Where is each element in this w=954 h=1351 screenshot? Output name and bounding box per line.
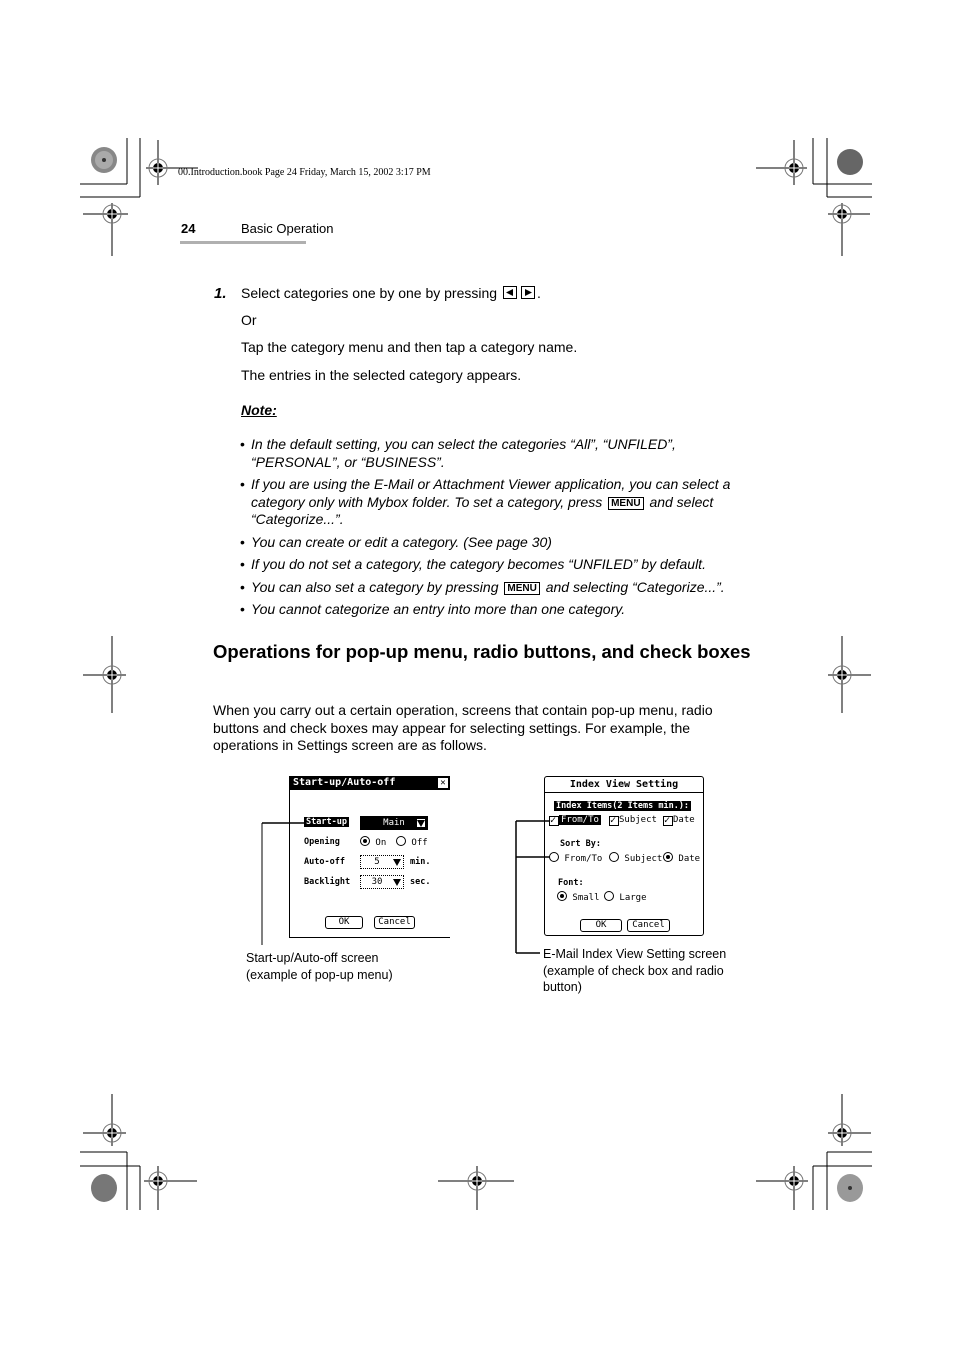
step-or: Or xyxy=(241,312,257,328)
registration-mark-bottom-right xyxy=(756,1094,872,1210)
menu-key-icon: MENU xyxy=(504,581,540,595)
note-text: You can also set a category by pressing xyxy=(251,578,499,595)
backlight-label: Backlight xyxy=(304,877,351,887)
radio-label: Small xyxy=(572,893,600,903)
startup-autooff-screen: Start-up/Auto-off ✕ Start-up Main Openin… xyxy=(289,776,450,938)
note-item: You cannot categorize an entry into more… xyxy=(240,601,750,619)
backlight-unit: sec. xyxy=(410,877,431,887)
autooff-unit: min. xyxy=(410,857,431,867)
note-item: If you do not set a category, the catego… xyxy=(240,556,750,574)
cancel-button[interactable]: Cancel xyxy=(374,916,415,929)
autooff-value: 5 xyxy=(374,857,380,867)
opening-on-radio[interactable]: On xyxy=(360,836,386,848)
screen2-caption-line2: (example of check box and radio xyxy=(543,964,724,978)
screen-title-bar: Start-up/Auto-off ✕ xyxy=(290,776,450,790)
opening-off-radio[interactable]: Off xyxy=(396,836,428,848)
startup-value: Main xyxy=(383,818,405,828)
dropdown-arrow-icon xyxy=(393,879,401,886)
checkbox-subject[interactable]: ✓ Subject xyxy=(609,815,657,826)
dropdown-arrow-icon xyxy=(417,819,425,827)
backlight-value: 30 xyxy=(371,877,383,887)
note-item: If you are using the E-Mail or Attachmen… xyxy=(240,476,750,529)
cancel-button[interactable]: Cancel xyxy=(627,919,670,932)
font-large-radio[interactable]: Large xyxy=(604,891,647,903)
font-small-radio[interactable]: Small xyxy=(557,891,600,903)
note-text: and selecting “Categorize...”. xyxy=(545,578,725,595)
startup-label: Start-up xyxy=(304,817,349,827)
sort-date-radio[interactable]: Date xyxy=(663,852,700,864)
screen-title: Index View Setting xyxy=(545,777,703,793)
autooff-label: Auto-off xyxy=(304,857,345,867)
step-number: 1. xyxy=(214,285,227,302)
registration-mark-middle-left xyxy=(83,636,126,713)
radio-unselected-icon xyxy=(549,852,559,862)
checkbox-label: From/To xyxy=(559,815,601,825)
startup-popup-trigger[interactable]: Main xyxy=(360,816,428,830)
registration-mark-bottom-center xyxy=(438,1166,514,1210)
radio-label: Off xyxy=(411,838,428,848)
radio-label: Date xyxy=(678,854,701,864)
index-items-label: Index Items(2 Items min.): xyxy=(554,801,692,811)
screen1-caption-line2: (example of pop-up menu) xyxy=(246,968,393,982)
checkbox-label: Date xyxy=(673,815,695,825)
backlight-popup-trigger[interactable]: 30 xyxy=(360,875,404,889)
note-list: In the default setting, you can select t… xyxy=(240,436,750,624)
radio-label: Large xyxy=(619,893,647,903)
step-result: The entries in the selected category app… xyxy=(241,367,522,383)
radio-label: Subject xyxy=(624,854,663,864)
note-item: You can create or edit a category. (See … xyxy=(240,534,750,552)
section-heading: Operations for pop-up menu, radio button… xyxy=(213,641,751,662)
checkbox-checked-icon: ✓ xyxy=(549,816,559,826)
step-text: Select categories one by one by pressing xyxy=(241,285,498,301)
page-number: 24 xyxy=(181,221,196,236)
registration-mark-middle-right xyxy=(828,636,871,713)
radio-selected-icon xyxy=(663,852,673,862)
radio-unselected-icon xyxy=(396,836,406,846)
right-arrow-key-icon xyxy=(520,286,535,299)
ok-button[interactable]: OK xyxy=(325,916,363,929)
radio-label: On xyxy=(375,838,387,848)
index-view-setting-screen: Index View Setting Index Items(2 Items m… xyxy=(544,776,704,936)
radio-label: From/To xyxy=(564,854,603,864)
left-arrow-key-icon xyxy=(502,286,517,299)
close-box-icon[interactable]: ✕ xyxy=(438,778,448,788)
step-alternative: Tap the category menu and then tap a cat… xyxy=(241,339,578,355)
dropdown-arrow-icon xyxy=(393,859,401,866)
screen2-caption-line3: button) xyxy=(543,980,582,994)
note-item: You can also set a category by pressing … xyxy=(240,579,750,597)
step-instruction: Select categories one by one by pressing… xyxy=(241,285,541,301)
registration-mark-bottom-left xyxy=(80,1094,197,1210)
opening-label: Opening xyxy=(304,837,340,847)
section-paragraph: When you carry out a certain operation, … xyxy=(213,702,713,753)
print-job-info: 00.Introduction.book Page 24 Friday, Mar… xyxy=(178,167,431,178)
sort-fromto-radio[interactable]: From/To xyxy=(549,852,602,864)
menu-key-icon: MENU xyxy=(608,496,644,510)
autooff-popup-trigger[interactable]: 5 xyxy=(360,855,404,869)
registration-mark-top-right xyxy=(756,138,872,256)
step-period: . xyxy=(536,285,541,301)
screen2-caption-line1: E-Mail Index View Setting screen xyxy=(543,947,727,961)
sort-subject-radio[interactable]: Subject xyxy=(609,852,662,864)
checkbox-fromto[interactable]: ✓ From/To xyxy=(549,815,601,826)
font-label: Font: xyxy=(558,878,584,888)
printer-crop-marks xyxy=(80,138,872,1210)
checkbox-date[interactable]: ✓ Date xyxy=(663,815,695,826)
registration-mark-top-left xyxy=(80,138,198,256)
note-item: In the default setting, you can select t… xyxy=(240,436,750,471)
checkbox-label: Subject xyxy=(619,815,657,825)
checkbox-checked-icon: ✓ xyxy=(609,816,619,826)
checkbox-checked-icon: ✓ xyxy=(663,816,673,826)
sortby-label: Sort By: xyxy=(560,839,601,849)
radio-unselected-icon xyxy=(604,891,614,901)
radio-selected-icon xyxy=(360,836,370,846)
radio-selected-icon xyxy=(557,891,567,901)
note-label: Note: xyxy=(241,402,277,418)
screen1-caption-line1: Start-up/Auto-off screen xyxy=(246,951,379,965)
ok-button[interactable]: OK xyxy=(580,919,622,932)
screen-title: Start-up/Auto-off xyxy=(293,777,396,788)
radio-unselected-icon xyxy=(609,852,619,862)
section-title: Basic Operation xyxy=(241,221,334,236)
header-rule xyxy=(180,241,306,244)
